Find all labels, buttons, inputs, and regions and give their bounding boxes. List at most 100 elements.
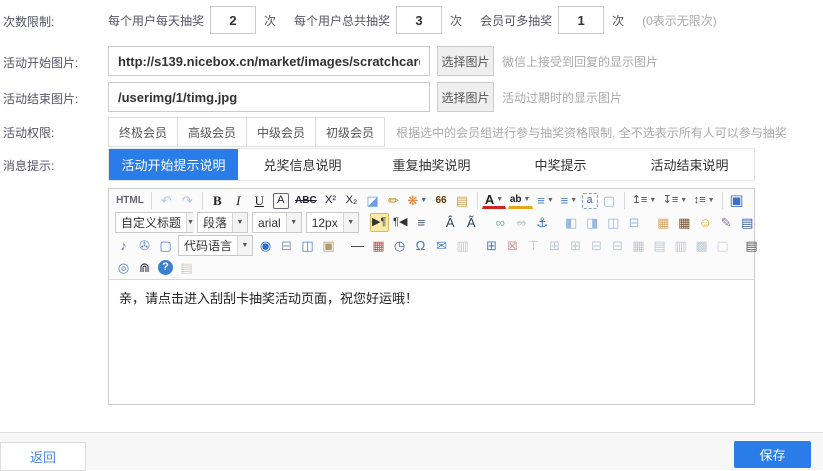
blockquote-icon[interactable]: 66 (432, 191, 451, 210)
message-tab[interactable]: 活动结束说明 (625, 149, 754, 180)
paragraph-spacing-icon[interactable]: ↧≡▼ (660, 191, 689, 210)
member-group-button[interactable]: 初级会员 (315, 117, 385, 147)
member-group-button[interactable]: 终极会员 (108, 117, 178, 147)
ordered-list-icon[interactable]: ≡▼ (535, 191, 556, 210)
form-icon[interactable]: ▥ (453, 236, 472, 255)
bold-icon[interactable]: B (208, 191, 227, 210)
end-image-pick-button[interactable]: 选择图片 (437, 82, 494, 112)
indent-icon[interactable]: ↥≡▼ (630, 191, 659, 210)
template-icon[interactable]: ▢ (156, 236, 175, 255)
end-image-input[interactable] (108, 82, 430, 112)
eraser-icon[interactable]: ◪ (363, 191, 382, 210)
code-language-select[interactable]: 代码语言▼ (178, 235, 253, 256)
undo-icon[interactable]: ↶ (157, 191, 176, 210)
print-icon[interactable]: ▤ (742, 236, 761, 255)
editor-content[interactable]: 亲，请点击进入刮刮卡抽奖活动页面，祝您好运哦！ (109, 280, 754, 404)
map-icon[interactable]: ◉ (256, 236, 275, 255)
insert-col-icon[interactable]: ⊞ (566, 236, 585, 255)
delete-row-icon[interactable]: ⊟ (587, 236, 606, 255)
size-select[interactable]: 12px▼ (306, 212, 359, 233)
delete-col-icon[interactable]: ⊟ (608, 236, 627, 255)
table-title-icon[interactable]: ⊤ (524, 236, 543, 255)
uppercase-icon[interactable]: Â (441, 213, 460, 232)
font-border-icon[interactable]: A (273, 193, 289, 209)
limit-field-input[interactable] (210, 6, 256, 34)
fullscreen-icon[interactable]: ▣ (727, 191, 746, 210)
line-height-icon[interactable]: ↕≡▼ (691, 191, 716, 210)
doc-new-icon[interactable]: ▢ (713, 236, 732, 255)
horizontal-rule-icon[interactable]: — (348, 236, 367, 255)
upload-image-icon[interactable]: ▦ (675, 213, 694, 232)
image-right-icon[interactable]: ◨ (583, 213, 602, 232)
insert-image-icon[interactable]: ▦ (654, 213, 673, 232)
message-icon[interactable]: ✉ (432, 236, 451, 255)
anchor-ref-icon[interactable]: a (582, 193, 598, 209)
paste-plain-icon[interactable]: ▤ (177, 258, 196, 277)
message-tab[interactable]: 活动开始提示说明 (109, 149, 238, 180)
superscript-icon[interactable]: X² (321, 191, 340, 210)
image-left-icon[interactable]: ◧ (562, 213, 581, 232)
save-button[interactable]: 保存 (734, 441, 811, 468)
view-source-icon[interactable]: HTML (114, 191, 146, 210)
limit-field-input[interactable] (558, 6, 604, 34)
split-row-icon[interactable]: ▤ (650, 236, 669, 255)
chevron-down-icon[interactable]: ▼ (232, 213, 247, 232)
lowercase-icon[interactable]: Ã (462, 213, 481, 232)
font-color-icon[interactable]: A▼ (482, 193, 505, 209)
highlight-color-icon[interactable]: ab▼ (508, 193, 533, 209)
insert-table-icon[interactable]: ⊞ (482, 236, 501, 255)
split-cell-icon[interactable]: ▩ (692, 236, 711, 255)
pagebreak-icon[interactable]: ⊟ (277, 236, 296, 255)
emoji-icon[interactable]: ☺ (696, 213, 715, 232)
start-image-pick-button[interactable]: 选择图片 (437, 46, 494, 76)
subscript-icon[interactable]: X₂ (342, 191, 361, 210)
limit-field-input[interactable] (396, 6, 442, 34)
format-painter-icon[interactable]: ✏ (384, 191, 403, 210)
paste-icon[interactable]: ▤ (453, 191, 472, 210)
custom-title-select[interactable]: 自定义标题▼ (115, 212, 193, 233)
ltr-icon[interactable]: ▶¶ (370, 213, 389, 232)
member-group-button[interactable]: 中级会员 (246, 117, 316, 147)
attachment-icon[interactable]: ✇ (135, 236, 154, 255)
scrawl-icon[interactable]: ✎ (717, 213, 736, 232)
delete-table-icon[interactable]: ⊠ (503, 236, 522, 255)
video-icon[interactable]: ▤ (738, 213, 757, 232)
strikethrough-icon[interactable]: ABC (293, 191, 319, 210)
paragraph-select[interactable]: 段落▼ (197, 212, 248, 233)
insert-row-icon[interactable]: ⊞ (545, 236, 564, 255)
music-icon[interactable]: ♪ (114, 236, 133, 255)
iframe-icon[interactable]: ◫ (298, 236, 317, 255)
time-icon[interactable]: ◷ (390, 236, 409, 255)
help-icon[interactable]: ? (158, 260, 173, 275)
start-image-input[interactable] (108, 46, 430, 76)
image-none-icon[interactable]: ⊟ (625, 213, 644, 232)
merge-cells-icon[interactable]: ▦ (629, 236, 648, 255)
date-icon[interactable]: ▦ (369, 236, 388, 255)
link-icon[interactable]: ∞ (491, 213, 510, 232)
chevron-down-icon[interactable]: ▼ (237, 236, 252, 255)
message-tab[interactable]: 中奖提示 (496, 149, 625, 180)
chevron-down-icon[interactable]: ▼ (286, 213, 301, 232)
autotypeset-icon[interactable]: ❋▼ (405, 191, 430, 210)
italic-icon[interactable]: I (229, 191, 248, 210)
indent-more-icon[interactable]: ≡ (412, 213, 431, 232)
chevron-down-icon[interactable]: ▼ (343, 213, 358, 232)
unlink-icon[interactable]: ∞ (512, 213, 531, 232)
preview-icon[interactable]: ◎ (114, 258, 133, 277)
message-tab[interactable]: 兑奖信息说明 (238, 149, 367, 180)
split-col-icon[interactable]: ▥ (671, 236, 690, 255)
redo-icon[interactable]: ↷ (178, 191, 197, 210)
find-replace-icon[interactable]: ⋒ (135, 258, 154, 277)
message-tab[interactable]: 重复抽奖说明 (367, 149, 496, 180)
unordered-list-icon[interactable]: ≡▼ (558, 191, 579, 210)
font-select[interactable]: arial▼ (252, 212, 302, 233)
underline-icon[interactable]: U (250, 191, 269, 210)
special-char-icon[interactable]: Ω (411, 236, 430, 255)
screenshot-icon[interactable]: ▣ (319, 236, 338, 255)
member-group-button[interactable]: 高级会员 (177, 117, 247, 147)
image-center-icon[interactable]: ◫ (604, 213, 623, 232)
rtl-icon[interactable]: ¶◀ (391, 213, 410, 232)
back-button[interactable]: 返回 (0, 442, 86, 471)
anchor-icon[interactable]: ⚓ (533, 213, 552, 232)
chevron-down-icon[interactable]: ▼ (186, 213, 194, 232)
